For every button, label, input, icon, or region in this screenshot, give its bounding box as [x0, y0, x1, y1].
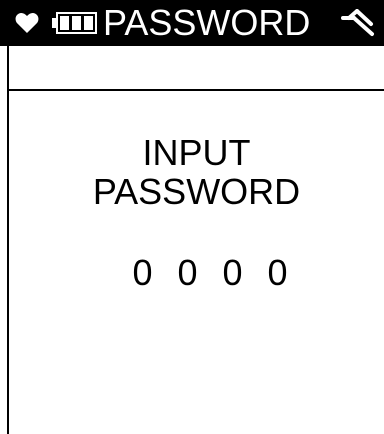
password-digit-3[interactable]: 0: [210, 252, 255, 294]
password-input[interactable]: 0 0 0 0: [120, 252, 300, 294]
status-bar: PASSWORD: [0, 0, 384, 46]
device-screen: PASSWORD INPUT PASSWORD 0 0 0 0: [0, 0, 384, 434]
page-title: PASSWORD: [103, 2, 311, 43]
signal-icon: [340, 9, 378, 37]
prompt-text-line-1: INPUT: [142, 132, 251, 173]
password-digit-4[interactable]: 0: [255, 252, 300, 294]
battery-icon: [52, 12, 98, 34]
prompt-text-line-2: PASSWORD: [92, 171, 301, 212]
header-divider: [9, 89, 384, 91]
password-digit-2[interactable]: 0: [165, 252, 210, 294]
heart-icon: [15, 12, 39, 34]
screen-left-border: [7, 0, 9, 434]
password-digit-1[interactable]: 0: [120, 252, 165, 294]
